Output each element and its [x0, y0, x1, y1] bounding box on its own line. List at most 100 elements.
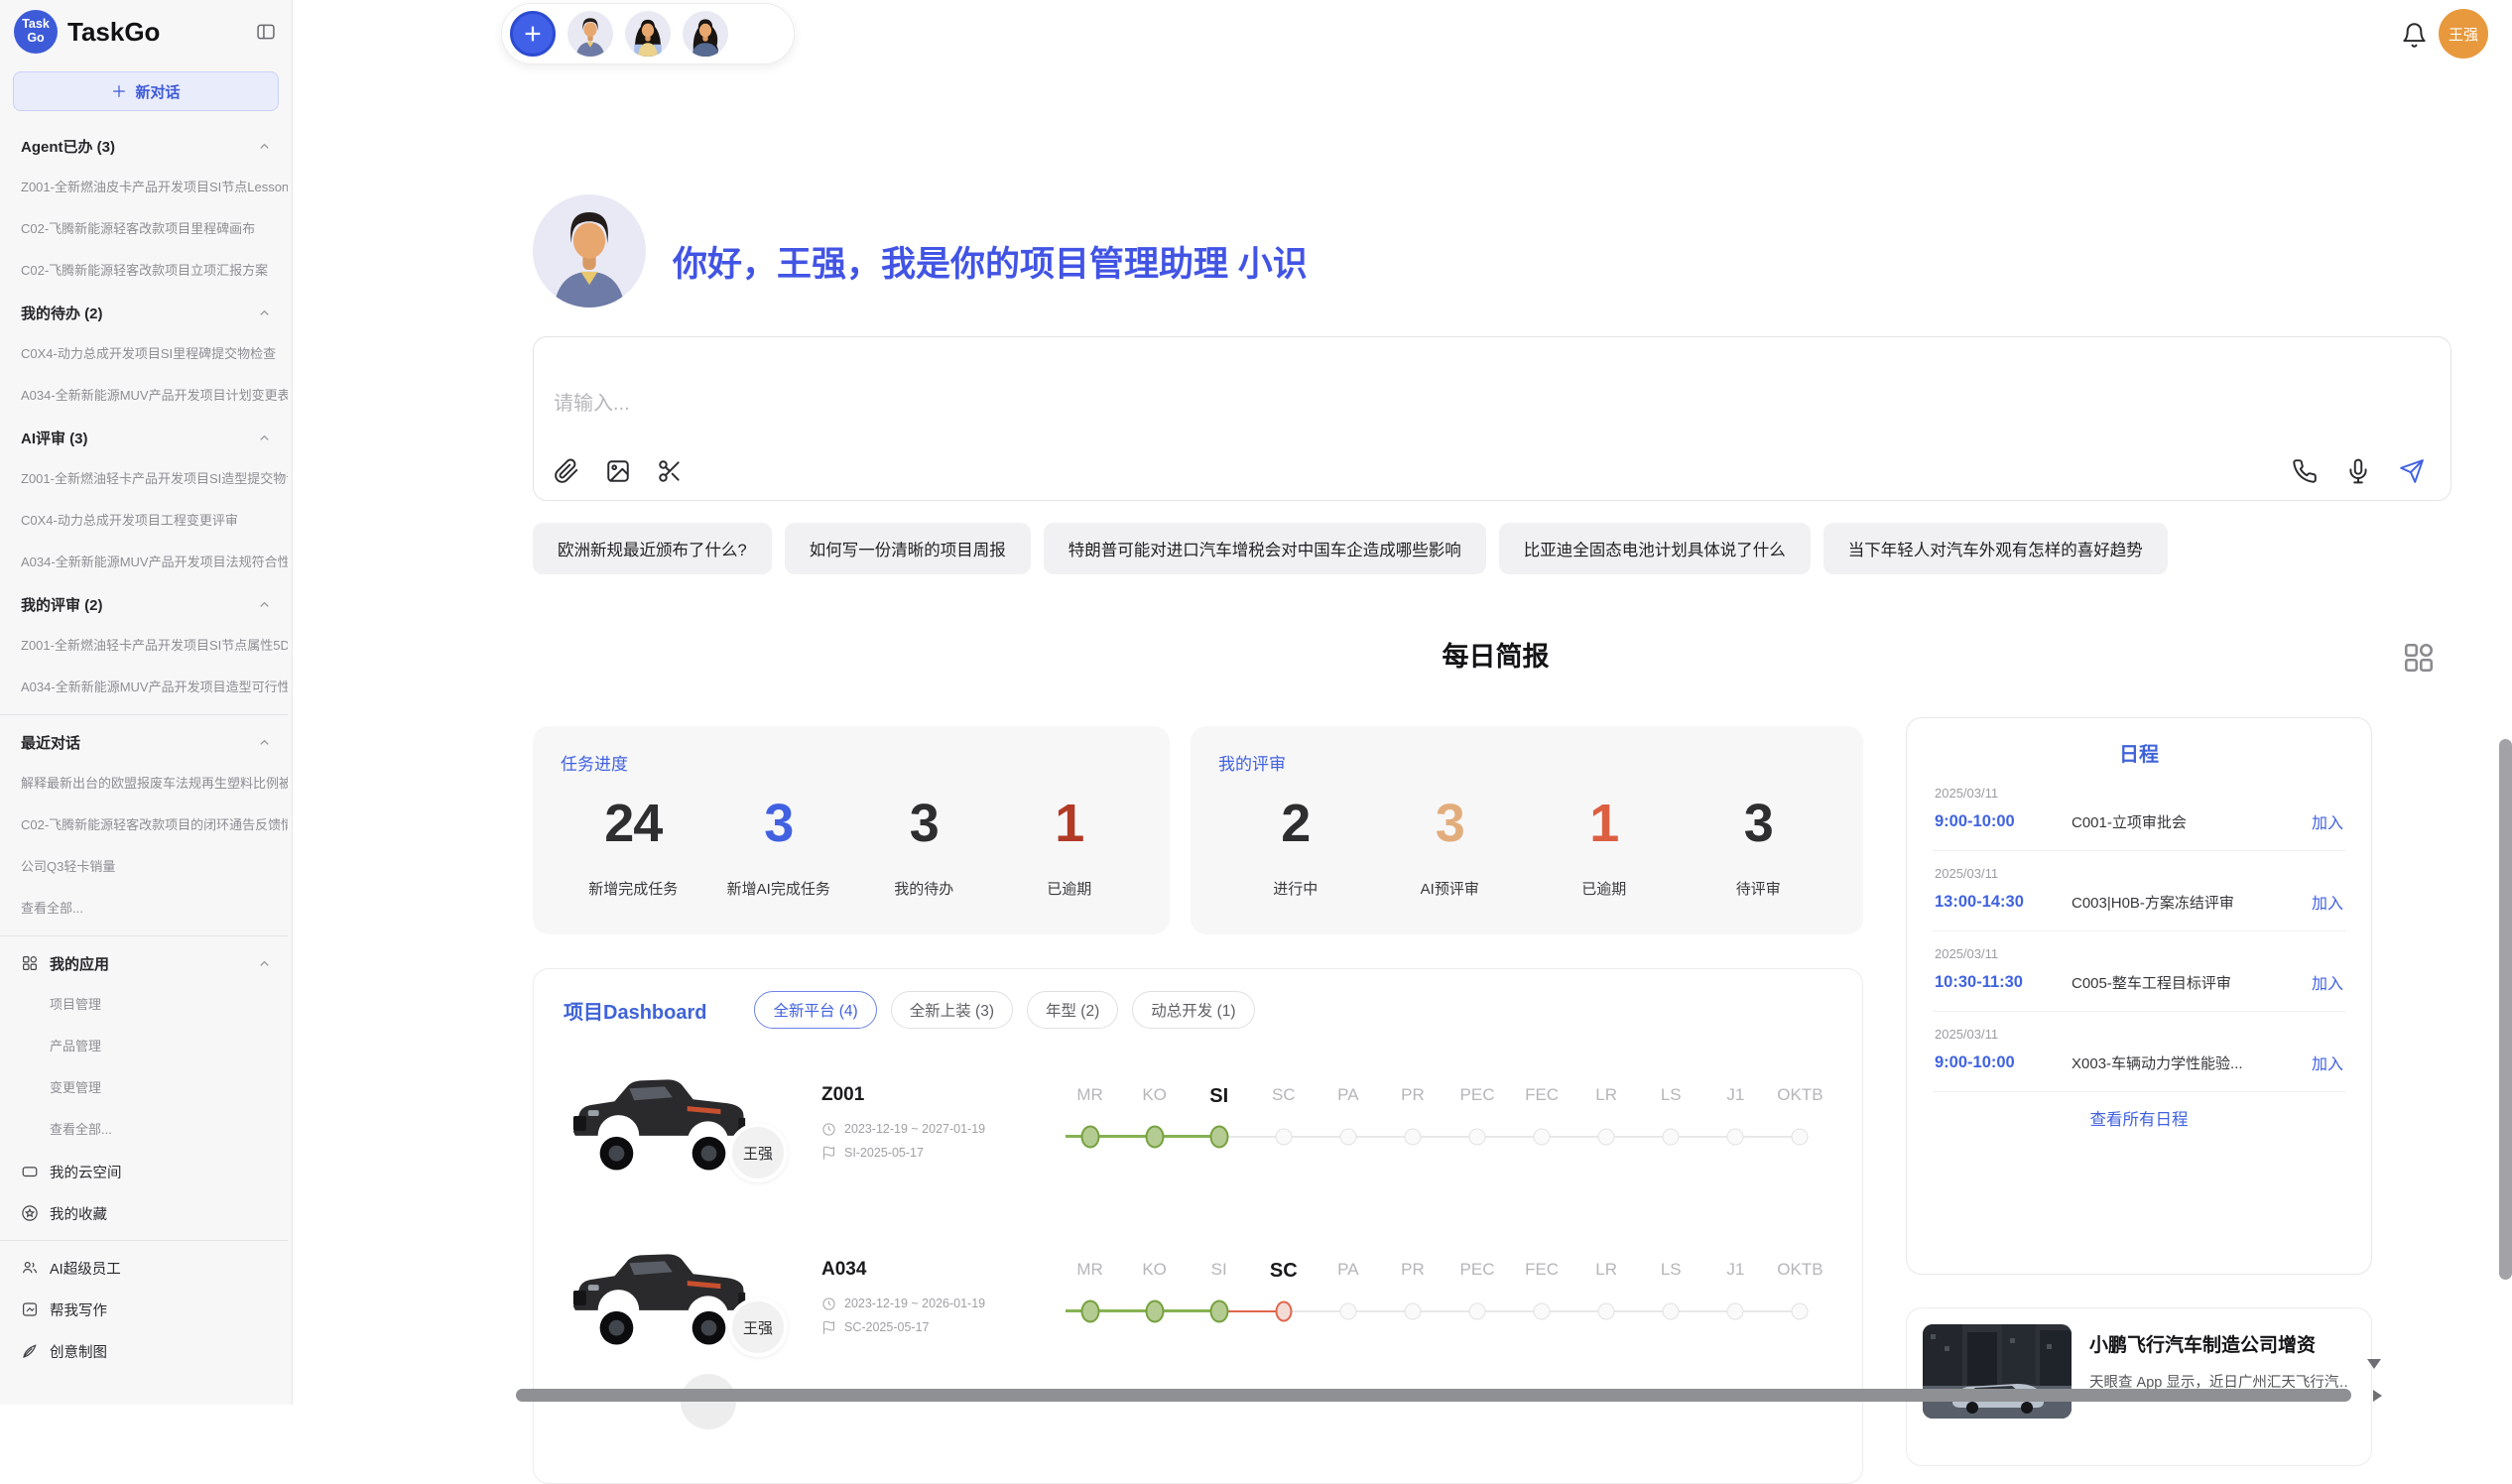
- creative-draw-label: 创意制图: [50, 1341, 107, 1362]
- sidebar-item[interactable]: C02-飞腾新能源轻客改款项目立项汇报方案: [0, 250, 288, 292]
- send-icon[interactable]: [2399, 458, 2425, 484]
- suggestion-chip[interactable]: 欧洲新规最近颁布了什么?: [533, 523, 772, 574]
- milestone-dot-sc[interactable]: [1275, 1128, 1292, 1145]
- view-all-schedule-link[interactable]: 查看所有日程: [1933, 1106, 2345, 1130]
- sidebar-item-write-helper[interactable]: 帮我写作: [0, 1289, 288, 1330]
- sidebar-section-header[interactable]: 我的评审 (2): [0, 583, 288, 625]
- milestone-dot-fec[interactable]: [1534, 1302, 1551, 1319]
- schedule-event-title: X003-车辆动力学性能验...: [2072, 1052, 2312, 1073]
- sidebar-item[interactable]: Z001-全新燃油轻卡产品开发项目SI节点属性5D文件评审: [0, 625, 288, 667]
- sidebar-item[interactable]: Z001-全新燃油轻卡产品开发项目SI造型提交物评审: [0, 458, 288, 500]
- join-meeting-link[interactable]: 加入: [2312, 970, 2343, 994]
- milestone-dot-pa[interactable]: [1339, 1128, 1356, 1145]
- sidebar-item[interactable]: Z001-全新燃油皮卡产品开发项目SI节点Lesson Learn报告: [0, 167, 288, 208]
- agent-avatar-2[interactable]: [625, 11, 671, 57]
- vertical-scrollbar[interactable]: [2499, 739, 2512, 1280]
- milestone-label: FEC: [1510, 1260, 1574, 1283]
- sidebar-item[interactable]: C0X4-动力总成开发项目工程变更评审: [0, 500, 288, 542]
- app-item[interactable]: 项目管理: [0, 984, 288, 1026]
- project-dates: 2023-12-19 ~ 2026-01-19: [821, 1297, 1048, 1311]
- milestone-dot-pr[interactable]: [1404, 1128, 1421, 1145]
- image-upload-icon[interactable]: [605, 458, 631, 484]
- milestone-dot-si[interactable]: [1209, 1125, 1228, 1148]
- sidebar-item-favorites[interactable]: 我的收藏: [0, 1192, 288, 1234]
- milestone-dot-j1[interactable]: [1727, 1302, 1744, 1319]
- project-code[interactable]: A034: [821, 1259, 1048, 1281]
- sidebar-item[interactable]: A034-全新新能源MUV产品开发项目计划变更表编写: [0, 375, 288, 417]
- dashboard-tab[interactable]: 动总开发 (1): [1132, 991, 1254, 1029]
- suggestion-chip[interactable]: 特朗普可能对进口汽车增税会对中国车企造成哪些影响: [1044, 523, 1486, 574]
- milestone-dot-ls[interactable]: [1663, 1302, 1680, 1319]
- sidebar-section-my-apps[interactable]: 我的应用: [0, 942, 288, 984]
- project-owner-avatar: 王强: [728, 1298, 788, 1357]
- suggestion-chip[interactable]: 如何写一份清晰的项目周报: [785, 523, 1031, 574]
- sidebar-item-creative-draw[interactable]: 创意制图: [0, 1330, 288, 1372]
- milestone-dot-pa[interactable]: [1339, 1302, 1356, 1319]
- milestone-dot-lr[interactable]: [1598, 1302, 1615, 1319]
- sidebar-section-header[interactable]: AI评审 (3): [0, 417, 288, 458]
- sidebar-item[interactable]: A034-全新新能源MUV产品开发项目法规符合性评审: [0, 542, 288, 583]
- suggestion-chip[interactable]: 当下年轻人对汽车外观有怎样的喜好趋势: [1823, 523, 2168, 574]
- milestone-dot-pec[interactable]: [1469, 1302, 1486, 1319]
- join-meeting-link[interactable]: 加入: [2312, 809, 2343, 833]
- schedule-item: 2025/03/119:00-10:00C001-立项审批会加入: [1933, 771, 2345, 851]
- new-chat-button[interactable]: 新对话: [13, 71, 279, 111]
- milestone-dot-oktb[interactable]: [1792, 1128, 1809, 1145]
- sidebar-item[interactable]: A034-全新新能源MUV产品开发项目造型可行性评审: [0, 667, 288, 708]
- app-item[interactable]: 产品管理: [0, 1026, 288, 1067]
- milestone-dot-pec[interactable]: [1469, 1128, 1486, 1145]
- milestone-label: J1: [1703, 1260, 1768, 1283]
- microphone-icon[interactable]: [2345, 458, 2371, 484]
- schedule-row: 9:00-10:00X003-车辆动力学性能验...加入: [1935, 1051, 2343, 1074]
- recent-chat-item[interactable]: C02-飞腾新能源轻客改款项目的闭环通告反馈情况: [0, 804, 288, 846]
- attachment-icon[interactable]: [554, 458, 579, 484]
- sidebar-item-cloud-space[interactable]: 我的云空间: [0, 1151, 288, 1192]
- app-item[interactable]: 变更管理: [0, 1067, 288, 1109]
- milestone-dot-mr[interactable]: [1080, 1299, 1099, 1322]
- scroll-right-arrow[interactable]: [2373, 1390, 2382, 1402]
- project-code[interactable]: Z001: [821, 1084, 1048, 1106]
- notification-bell-icon[interactable]: [2401, 22, 2428, 49]
- sidebar-section-header[interactable]: 我的待办 (2): [0, 292, 288, 333]
- screenshot-scissors-icon[interactable]: [657, 458, 683, 484]
- sidebar-item[interactable]: C0X4-动力总成开发项目SI里程碑提交物检查: [0, 333, 288, 375]
- scroll-down-arrow[interactable]: [2367, 1359, 2381, 1369]
- layout-grid-icon[interactable]: [2401, 640, 2437, 676]
- dashboard-tab[interactable]: 年型 (2): [1027, 991, 1118, 1029]
- add-agent-button[interactable]: [510, 11, 556, 57]
- favorites-label: 我的收藏: [50, 1203, 107, 1224]
- join-meeting-link[interactable]: 加入: [2312, 890, 2343, 914]
- agent-avatar-3[interactable]: [683, 11, 728, 57]
- sidebar-section-header[interactable]: Agent已办 (3): [0, 125, 288, 167]
- sidebar-item[interactable]: C02-飞腾新能源轻客改款项目里程碑画布: [0, 208, 288, 250]
- suggestion-chip[interactable]: 比亚迪全固态电池计划具体说了什么: [1499, 523, 1811, 574]
- sidebar-section-recent[interactable]: 最近对话: [0, 721, 288, 763]
- user-avatar[interactable]: 王强: [2439, 9, 2488, 59]
- milestone-dot-ko[interactable]: [1145, 1125, 1164, 1148]
- phone-call-icon[interactable]: [2292, 458, 2318, 484]
- milestone-dot-lr[interactable]: [1598, 1128, 1615, 1145]
- chat-input[interactable]: [554, 393, 1943, 416]
- sidebar-item-ai-staff[interactable]: AI超级员工: [0, 1247, 288, 1289]
- milestone-dot-sc[interactable]: [1275, 1300, 1292, 1321]
- dashboard-tab[interactable]: 全新平台 (4): [754, 991, 876, 1029]
- news-card[interactable]: 小鹏飞行汽车制造公司增资 天眼查 App 显示，近日广州汇天飞行汽…: [1906, 1307, 2372, 1466]
- recent-chat-item[interactable]: 解释最新出台的欧盟报废车法规再生塑料比例被调至15%...: [0, 763, 288, 804]
- milestone-dot-mr[interactable]: [1080, 1125, 1099, 1148]
- app-item[interactable]: 查看全部...: [0, 1109, 288, 1151]
- agent-switcher: [501, 3, 795, 64]
- milestone-dot-oktb[interactable]: [1792, 1302, 1809, 1319]
- milestone-dot-fec[interactable]: [1534, 1128, 1551, 1145]
- horizontal-scrollbar[interactable]: [516, 1389, 2351, 1402]
- milestone-dot-ko[interactable]: [1145, 1299, 1164, 1322]
- view-all-recent-link[interactable]: 查看全部...: [0, 888, 288, 929]
- agent-avatar-1[interactable]: [567, 11, 613, 57]
- join-meeting-link[interactable]: 加入: [2312, 1051, 2343, 1074]
- milestone-dot-ls[interactable]: [1663, 1128, 1680, 1145]
- milestone-dot-si[interactable]: [1209, 1299, 1228, 1322]
- dashboard-tab[interactable]: 全新上装 (3): [891, 991, 1013, 1029]
- milestone-dot-j1[interactable]: [1727, 1128, 1744, 1145]
- recent-chat-item[interactable]: 公司Q3轻卡销量: [0, 846, 288, 888]
- milestone-dot-pr[interactable]: [1404, 1302, 1421, 1319]
- collapse-sidebar-icon[interactable]: [254, 22, 278, 42]
